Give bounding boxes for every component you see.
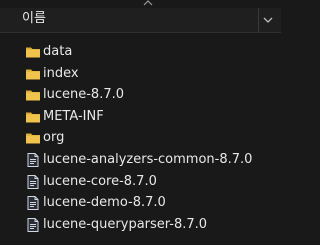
file-list-item[interactable]: lucene-queryparser-8.7.0 [0,215,281,236]
file-name-label: lucene-demo-8.7.0 [43,195,166,211]
folder-icon [25,44,41,60]
file-list-item[interactable]: data [0,42,281,63]
file-name-label: index [43,65,79,81]
file-name-label: data [43,44,73,59]
file-list-item[interactable]: lucene-core-8.7.0 [0,172,281,193]
name-column-header[interactable]: 이름 [0,8,281,33]
folder-icon [25,130,41,146]
chevron-up-icon [143,0,153,6]
file-icon [25,217,41,233]
file-name-label: org [43,130,65,146]
folder-icon [25,87,41,103]
file-list: data index lucene-8.7.0 META-INF org lucene-a… [0,42,281,236]
chevron-down-icon[interactable] [262,14,274,26]
file-icon [25,195,41,211]
file-explorer: 이름 data index lucene-8.7.0 META-INF org lucen… [0,0,281,245]
file-name-label: lucene-8.7.0 [43,87,125,103]
folder-icon [25,109,41,125]
file-list-item[interactable]: lucene-8.7.0 [0,85,281,106]
file-list-item[interactable]: lucene-analyzers-common-8.7.0 [0,150,281,171]
file-name-label: META-INF [43,108,104,124]
file-list-item[interactable]: META-INF [0,107,281,128]
file-icon [25,174,41,190]
column-divider[interactable] [258,8,259,32]
file-list-item[interactable]: lucene-demo-8.7.0 [0,193,281,214]
name-column-label: 이름 [22,11,46,26]
folder-icon [25,66,41,82]
file-name-label: lucene-analyzers-common-8.7.0 [43,151,253,167]
file-list-item[interactable]: org [0,128,281,149]
file-list-item[interactable]: index [0,64,281,85]
file-name-label: lucene-queryparser-8.7.0 [43,216,208,232]
file-icon [25,152,41,168]
file-name-label: lucene-core-8.7.0 [43,173,157,189]
